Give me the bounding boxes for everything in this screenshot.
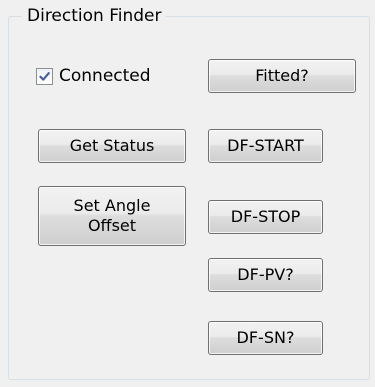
- set-angle-offset-button[interactable]: Set Angle Offset: [38, 186, 186, 246]
- df-pv-button[interactable]: DF-PV?: [208, 258, 323, 292]
- df-start-button[interactable]: DF-START: [208, 129, 323, 163]
- df-stop-button[interactable]: DF-STOP: [208, 200, 323, 234]
- connected-label: Connected: [59, 66, 151, 86]
- connected-checkbox[interactable]: Connected: [36, 65, 151, 87]
- groupbox-title: Direction Finder: [22, 5, 167, 27]
- check-mark-icon: [39, 71, 50, 81]
- connected-checkbox-box[interactable]: [36, 67, 53, 85]
- get-status-button[interactable]: Get Status: [38, 129, 186, 163]
- fitted-button[interactable]: Fitted?: [208, 59, 356, 93]
- direction-finder-panel: Direction Finder Connected Fitted? Get S…: [0, 0, 375, 387]
- df-sn-button[interactable]: DF-SN?: [208, 321, 323, 355]
